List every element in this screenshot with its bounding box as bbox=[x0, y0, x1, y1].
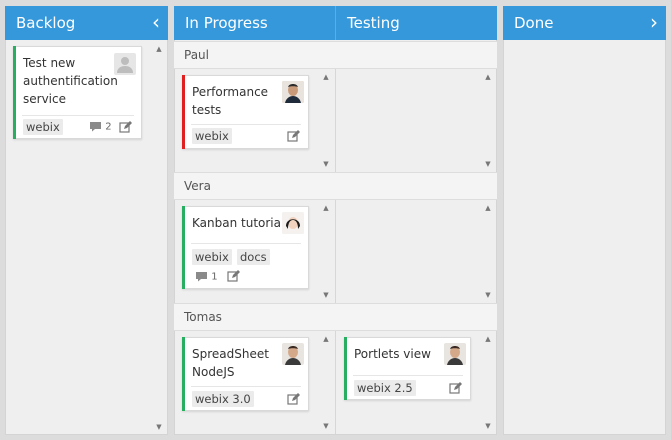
scroll-down-icon[interactable]: ▼ bbox=[154, 422, 164, 432]
tag[interactable]: webix 3.0 bbox=[192, 391, 254, 407]
lane-header-paul[interactable]: Paul bbox=[174, 41, 497, 69]
edit-icon[interactable] bbox=[287, 393, 300, 405]
lane-header-tomas[interactable]: Tomas bbox=[174, 303, 497, 331]
comment-count[interactable]: 2 bbox=[89, 121, 112, 133]
tomas-inprogress-scrollbar[interactable]: ▲ ▼ bbox=[321, 334, 331, 431]
card-divider bbox=[353, 375, 463, 376]
scroll-up-icon[interactable]: ▲ bbox=[483, 334, 493, 344]
card-portlets-view[interactable]: Portlets view webix 2.5 bbox=[344, 337, 471, 400]
collapse-left-icon[interactable]: ‹ bbox=[152, 6, 160, 38]
inprogress-header: In Progress bbox=[174, 6, 335, 40]
comment-count[interactable]: 1 bbox=[195, 271, 218, 283]
card-title: Kanban tutorial bbox=[192, 216, 285, 230]
card-auth-service[interactable]: Test new authentification service webix … bbox=[13, 46, 142, 139]
edit-icon[interactable] bbox=[119, 121, 132, 133]
edit-icon[interactable] bbox=[227, 270, 240, 282]
tag[interactable]: webix bbox=[23, 119, 63, 135]
status-bar bbox=[182, 75, 185, 149]
vera-testing-scrollbar[interactable]: ▲ ▼ bbox=[483, 203, 493, 300]
done-title: Done bbox=[514, 14, 554, 32]
tag[interactable]: docs bbox=[237, 249, 270, 265]
scroll-down-icon[interactable]: ▼ bbox=[483, 421, 493, 431]
edit-icon[interactable] bbox=[287, 130, 300, 142]
avatar-icon bbox=[282, 212, 304, 234]
lane-header-vera[interactable]: Vera bbox=[174, 172, 497, 200]
status-bar bbox=[182, 206, 185, 289]
scroll-down-icon[interactable]: ▼ bbox=[483, 290, 493, 300]
card-divider bbox=[191, 124, 301, 125]
scroll-up-icon[interactable]: ▲ bbox=[321, 203, 331, 213]
scroll-up-icon[interactable]: ▲ bbox=[154, 44, 164, 54]
testing-header: Testing bbox=[336, 6, 497, 40]
scroll-up-icon[interactable]: ▲ bbox=[321, 334, 331, 344]
tag[interactable]: webix bbox=[192, 249, 232, 265]
backlog-title: Backlog bbox=[16, 14, 76, 32]
backlog-scrollbar[interactable]: ▲ ▼ bbox=[154, 44, 164, 432]
column-divider bbox=[335, 200, 336, 303]
scroll-down-icon[interactable]: ▼ bbox=[321, 421, 331, 431]
card-divider bbox=[191, 243, 301, 244]
vera-inprogress-scrollbar[interactable]: ▲ ▼ bbox=[321, 203, 331, 300]
avatar-icon bbox=[444, 343, 466, 365]
column-divider bbox=[335, 331, 336, 434]
column-divider bbox=[335, 69, 336, 172]
inprogress-title: In Progress bbox=[185, 14, 268, 32]
scroll-up-icon[interactable]: ▲ bbox=[483, 203, 493, 213]
status-bar bbox=[182, 337, 185, 411]
header-divider bbox=[335, 6, 336, 40]
backlog-header: Backlog ‹ bbox=[5, 6, 168, 40]
status-bar bbox=[344, 337, 347, 400]
scroll-up-icon[interactable]: ▲ bbox=[483, 72, 493, 82]
tag[interactable]: webix bbox=[192, 128, 232, 144]
scroll-down-icon[interactable]: ▼ bbox=[483, 159, 493, 169]
scroll-up-icon[interactable]: ▲ bbox=[321, 72, 331, 82]
done-column bbox=[503, 6, 666, 435]
scroll-down-icon[interactable]: ▼ bbox=[321, 159, 331, 169]
comment-icon bbox=[90, 122, 101, 132]
paul-testing-scrollbar[interactable]: ▲ ▼ bbox=[483, 72, 493, 169]
card-divider bbox=[191, 386, 301, 387]
card-spreadsheet-nodejs[interactable]: SpreadSheet NodeJS webix 3.0 bbox=[182, 337, 309, 411]
comment-icon bbox=[196, 272, 207, 282]
card-kanban-tutorial[interactable]: Kanban tutorial webix docs 1 bbox=[182, 206, 309, 289]
card-divider bbox=[22, 115, 134, 116]
card-title: Performance tests bbox=[192, 85, 269, 117]
avatar-icon bbox=[282, 81, 304, 103]
tomas-testing-scrollbar[interactable]: ▲ ▼ bbox=[483, 334, 493, 431]
avatar-icon bbox=[282, 343, 304, 365]
collapse-right-icon[interactable]: › bbox=[650, 6, 658, 38]
scroll-down-icon[interactable]: ▼ bbox=[321, 290, 331, 300]
paul-inprogress-scrollbar[interactable]: ▲ ▼ bbox=[321, 72, 331, 169]
status-bar bbox=[13, 46, 16, 139]
tag[interactable]: webix 2.5 bbox=[354, 380, 416, 396]
testing-title: Testing bbox=[347, 14, 400, 32]
done-header: Done › bbox=[503, 6, 666, 40]
avatar-icon bbox=[114, 53, 136, 75]
card-title: SpreadSheet NodeJS bbox=[192, 347, 269, 379]
card-performance-tests[interactable]: Performance tests webix bbox=[182, 75, 309, 149]
edit-icon[interactable] bbox=[449, 382, 462, 394]
card-title: Test new authentification service bbox=[23, 56, 118, 106]
card-title: Portlets view bbox=[354, 347, 431, 361]
